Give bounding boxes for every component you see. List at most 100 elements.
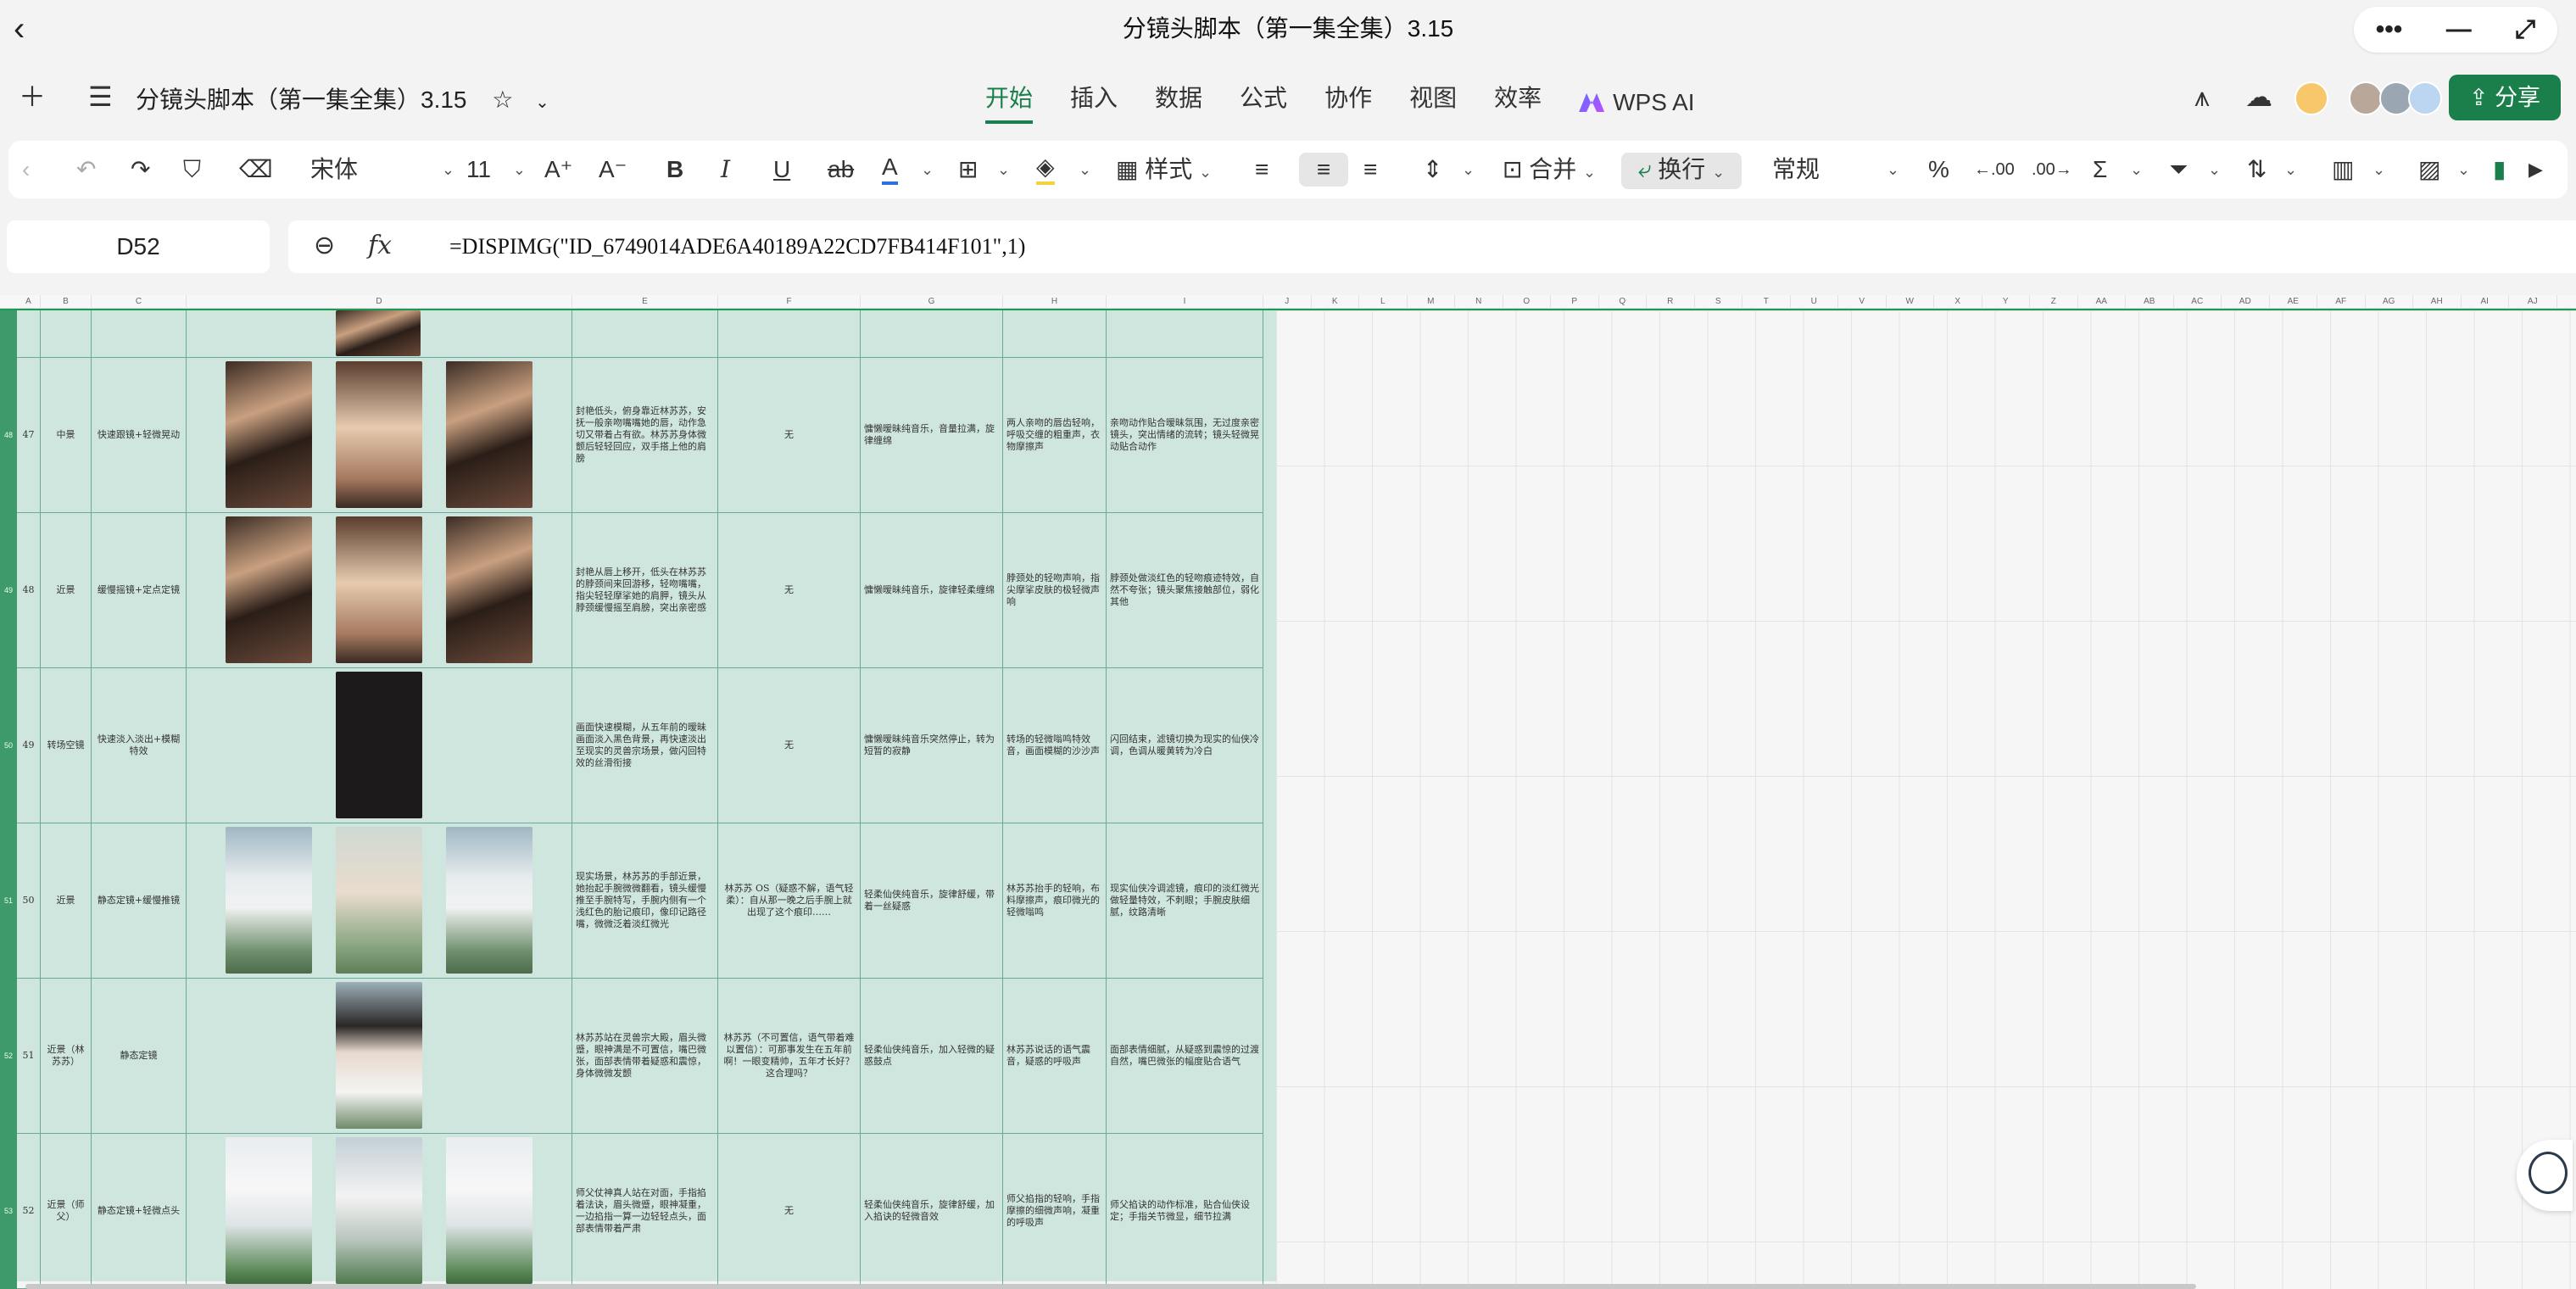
eraser-icon[interactable]: ⌫ [239,153,273,187]
cell-shot[interactable]: 近景 [41,823,92,979]
sort-icon[interactable]: ⇅ [2247,153,2267,187]
column-header[interactable]: I [1107,295,1263,309]
cell-music[interactable]: 慵懒暧昧纯音乐突然停止，转为短暂的寂静 [861,668,1003,823]
storyboard-image[interactable] [336,827,422,974]
font-size-select[interactable]: 11 ⌄ [466,153,526,187]
strikethrough-icon[interactable]: ab [828,153,854,187]
style-button[interactable]: ▦ 样式 ⌄ [1116,153,1212,189]
vertical-align-icon[interactable]: ⇕ [1423,153,1442,187]
column-header[interactable]: AE [2270,295,2317,309]
table-cell[interactable] [17,310,41,358]
cell-sfx[interactable]: 师父掐指的轻响，手指摩擦的细微声响，凝重的呼吸声 [1003,1134,1107,1289]
column-header[interactable]: P [1551,295,1599,309]
horizontal-scrollbar[interactable] [25,1284,2196,1289]
increase-decimal-icon[interactable]: .00→ [2032,153,2072,187]
tab-insert[interactable]: 插入 [1070,81,1118,124]
wrap-button[interactable]: ⤶ 换行 ⌄ [1621,153,1742,189]
cell-num[interactable]: 49 [17,668,41,823]
column-header[interactable]: S [1695,295,1742,309]
cell-desc[interactable]: 林苏苏站在灵兽宗大殿，眉头微蹙，眼神满是不可置信，嘴巴微张，面部表情带着疑惑和震… [572,979,718,1134]
increase-font-icon[interactable]: A⁺ [544,153,572,187]
cell-num[interactable]: 50 [17,823,41,979]
more-tools-icon[interactable]: ▮ [2493,153,2506,187]
table-cell[interactable] [92,310,187,358]
storyboard-image[interactable] [446,1137,532,1284]
storyboard-image[interactable] [336,361,422,508]
cell-shot[interactable]: 近景（师父） [41,1134,92,1289]
align-right-icon[interactable]: ≡ [1363,153,1377,187]
translate-icon[interactable]: ⩚ [2194,80,2210,114]
tab-formula[interactable]: 公式 [1240,81,1287,124]
cell-move[interactable]: 缓慢摇镜+定点定镜 [92,513,187,668]
cell-num[interactable]: 48 [17,513,41,668]
format-painter-icon[interactable]: ⛉ [183,153,201,187]
column-header[interactable]: G [861,295,1003,309]
scroll-left-icon[interactable]: ‹ [22,153,30,187]
column-header[interactable]: J [1263,295,1312,309]
column-header[interactable]: L [1359,295,1408,309]
cell-sfx[interactable]: 林苏苏说话的语气震音，疑惑的呼吸声 [1003,979,1107,1134]
minimize-icon[interactable]: — [2446,15,2472,44]
storyboard-image[interactable] [446,361,532,508]
column-header[interactable]: H [1003,295,1107,309]
wps-ai-button[interactable]: WPS AI [1579,81,1695,124]
table-cell[interactable] [861,310,1003,358]
cell-dialog[interactable]: 林苏苏（不可置信，语气带着难以置信）：可那事发生在五年前啊！一眼变精帅，五年才长… [718,979,861,1134]
storyboard-image[interactable] [446,827,532,974]
image-icon[interactable]: ▨ [2418,153,2440,187]
decrease-font-icon[interactable]: A⁻ [599,153,627,187]
column-header[interactable]: M [1408,295,1455,309]
column-header[interactable]: W [1887,295,1934,309]
storyboard-image[interactable] [336,310,421,356]
column-header[interactable]: C [92,295,187,309]
underline-icon[interactable]: U [773,153,790,187]
storyboard-image[interactable] [226,361,312,508]
zoom-icon[interactable]: ⊖ [314,229,335,263]
cell-dialog[interactable]: 无 [718,668,861,823]
cell-dialog[interactable]: 无 [718,1134,861,1289]
chevron-down-icon[interactable]: ⌄ [921,153,934,187]
cell-music[interactable]: 轻柔仙侠纯音乐，加入轻微的疑惑鼓点 [861,979,1003,1134]
storyboard-image[interactable] [336,982,422,1129]
column-header[interactable]: A [17,295,41,309]
column-header[interactable]: X [1934,295,1982,309]
star-icon[interactable]: ☆ [492,86,513,113]
cell-sfx[interactable]: 林苏苏抬手的轻响，布料摩擦声，痕印微光的轻微嗡鸣 [1003,823,1107,979]
cell-shot[interactable]: 中景 [41,358,92,513]
chevron-down-icon[interactable]: ⌄ [2457,153,2470,187]
cell-sfx[interactable]: 脖颈处的轻吻声响，指尖摩挲皮肤的极轻微声响 [1003,513,1107,668]
storyboard-image[interactable] [336,672,422,818]
chevron-down-icon[interactable]: ⌄ [2284,153,2297,187]
cell-reference-box[interactable]: D52 [7,220,270,273]
cell-move[interactable]: 静态定镜+轻微点头 [92,1134,187,1289]
cell-music[interactable]: 轻柔仙侠纯音乐，旋律舒缓，带着一丝疑惑 [861,823,1003,979]
cell-note[interactable]: 脖颈处做淡红色的轻吻痕迹特效，自然不夸张；镜头聚焦接触部位，弱化其他 [1107,513,1263,668]
bold-icon[interactable]: B [666,153,683,187]
menu-icon[interactable]: ☰ [88,80,113,114]
storyboard-image[interactable] [446,516,532,663]
cell-dialog[interactable]: 林苏苏 OS（疑惑不解，语气轻柔）：自从那一晚之后手腕上就出现了这个痕印…… [718,823,861,979]
font-color-icon[interactable]: A [882,153,898,185]
decrease-decimal-icon[interactable]: ←.00 [1974,153,2015,187]
column-header[interactable]: K [1312,295,1359,309]
column-header[interactable]: AA [2078,295,2126,309]
row-header[interactable]: 51 [0,896,17,905]
avatar[interactable] [2408,81,2442,115]
italic-icon[interactable]: I [721,153,730,187]
column-header[interactable]: V [1838,295,1887,309]
chevron-down-icon[interactable]: ⌄ [2130,153,2143,187]
merge-button[interactable]: ⊡ 合并 ⌄ [1503,153,1596,189]
table-cell[interactable] [572,310,718,358]
cell-move[interactable]: 快速跟镜+轻微晃动 [92,358,187,513]
cell-note[interactable]: 亲吻动作贴合暧昧氛围，无过度亲密镜头，突出情绪的流转；镜头轻微晃动贴合动作 [1107,358,1263,513]
cell-dialog[interactable]: 无 [718,513,861,668]
tab-data[interactable]: 数据 [1155,81,1202,124]
storyboard-image[interactable] [336,1137,422,1284]
chevron-down-icon[interactable]: ⌄ [2372,153,2385,187]
cell-note[interactable]: 师父掐诀的动作标准，贴合仙侠设定；手指关节微显，细节拉满 [1107,1134,1263,1289]
chevron-down-icon[interactable]: ⌄ [535,93,549,112]
column-header[interactable]: AB [2126,295,2174,309]
document-name[interactable]: 分镜头脚本（第一集全集）3.15 ☆ ⌄ [136,83,549,120]
column-header[interactable]: N [1455,295,1503,309]
column-header[interactable]: O [1503,295,1551,309]
